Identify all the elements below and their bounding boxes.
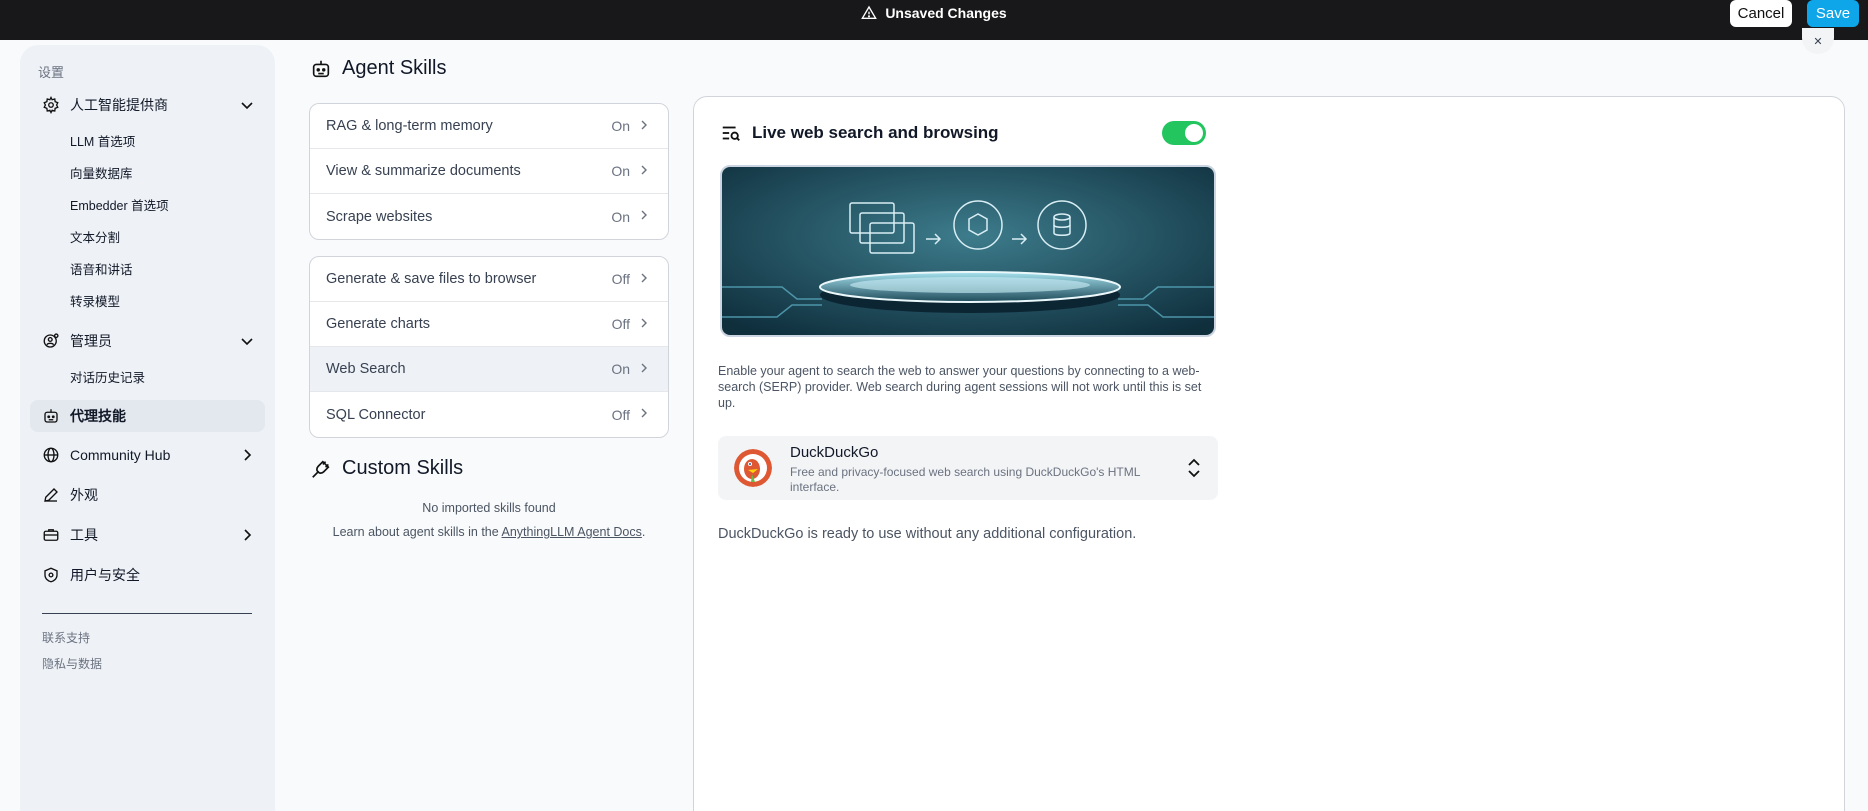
custom-skills-heading: Custom Skills <box>310 457 463 480</box>
chevron-down-icon <box>241 102 253 110</box>
chevron-right-icon <box>641 165 647 175</box>
privacy-data-link[interactable]: 隐私与数据 <box>42 655 102 672</box>
sidebar-item-users-security[interactable]: 用户与安全 <box>30 559 265 591</box>
sidebar-subitem-voice[interactable]: 语音和讲话 <box>70 259 133 278</box>
unsaved-changes-label: Unsaved Changes <box>885 5 1007 21</box>
sidebar-item-label: 外观 <box>70 487 98 503</box>
skill-status: Off <box>611 316 630 332</box>
provider-ready-message: DuckDuckGo is ready to use without any a… <box>718 526 1137 542</box>
learn-more-text: Learn about agent skills in the Anything… <box>309 525 669 539</box>
chevron-up-down-icon <box>1188 458 1200 478</box>
sidebar-item-admin[interactable]: 管理员 <box>30 325 265 357</box>
search-provider-select[interactable]: DuckDuckGo Free and privacy-focused web … <box>718 436 1218 500</box>
contact-support-link[interactable]: 联系支持 <box>42 629 90 646</box>
configurable-skills-list: Generate & save files to browser Off Gen… <box>309 256 669 438</box>
sidebar-subitem-embedder[interactable]: Embedder 首选项 <box>70 195 169 214</box>
skill-status: Off <box>611 271 630 287</box>
skill-status: On <box>611 118 630 134</box>
plug-icon <box>312 459 330 478</box>
skill-row-summarize-docs[interactable]: View & summarize documents On <box>310 149 668 194</box>
skill-description: Enable your agent to search the web to a… <box>718 364 1202 410</box>
chevron-right-icon <box>641 363 647 373</box>
skill-row-scrape-websites[interactable]: Scrape websites On <box>310 194 668 239</box>
skill-status: On <box>611 361 630 377</box>
close-icon[interactable]: ✕ <box>1802 28 1834 54</box>
skill-row-save-files[interactable]: Generate & save files to browser Off <box>310 257 668 302</box>
skill-config-panel: Live web search and browsing Enable your… <box>693 96 1845 811</box>
skill-label: RAG & long-term memory <box>326 118 493 134</box>
unsaved-changes-notice: Unsaved Changes <box>0 0 1868 26</box>
panel-title-text: Live web search and browsing <box>752 123 999 142</box>
sidebar-item-appearance[interactable]: 外观 <box>30 479 265 511</box>
panel-title: Live web search and browsing <box>720 122 999 144</box>
chevron-right-icon <box>641 318 647 328</box>
globe-icon <box>42 446 60 464</box>
skill-label: Generate & save files to browser <box>326 271 537 287</box>
skill-row-generate-charts[interactable]: Generate charts Off <box>310 302 668 347</box>
pencil-icon <box>42 486 60 504</box>
chevron-right-icon <box>641 210 647 220</box>
skill-label: View & summarize documents <box>326 163 521 179</box>
no-skills-message: No imported skills found <box>422 501 556 515</box>
skill-row-sql-connector[interactable]: SQL Connector Off <box>310 392 668 437</box>
provider-description: Free and privacy-focused web search usin… <box>790 465 1140 494</box>
chevron-right-icon <box>641 408 647 418</box>
agent-skills-heading: Agent Skills <box>310 57 447 80</box>
web-search-illustration <box>720 165 1216 337</box>
cancel-button[interactable]: Cancel <box>1730 0 1792 27</box>
skill-status: Off <box>611 406 630 423</box>
duckduckgo-logo-icon <box>734 449 772 487</box>
sidebar-subitem-llm[interactable]: LLM 首选项 <box>70 131 135 150</box>
skill-label: Web Search <box>326 361 406 377</box>
sidebar-item-label: 人工智能提供商 <box>70 97 168 113</box>
sidebar-item-label: 用户与安全 <box>70 567 140 583</box>
skill-label: Scrape websites <box>326 208 433 225</box>
chevron-right-icon <box>244 529 252 541</box>
provider-name: DuckDuckGo <box>790 444 879 461</box>
chevron-right-icon <box>244 449 252 461</box>
sidebar-item-label: 管理员 <box>70 333 112 349</box>
sidebar-item-community-hub[interactable]: Community Hub <box>30 439 265 471</box>
skill-row-rag-memory[interactable]: RAG & long-term memory On <box>310 104 668 149</box>
robot-icon <box>312 60 330 77</box>
sidebar-item-ai-providers[interactable]: 人工智能提供商 <box>30 89 265 121</box>
sidebar-title: 设置 <box>38 65 65 80</box>
learn-prefix: Learn about agent skills in the <box>332 525 502 539</box>
chevron-right-icon <box>641 120 647 130</box>
sidebar-item-tools[interactable]: 工具 <box>30 519 265 551</box>
agent-docs-link[interactable]: AnythingLLM Agent Docs <box>502 525 642 539</box>
skill-label: Generate charts <box>326 316 430 332</box>
warning-icon <box>861 5 878 19</box>
custom-skills-title: Custom Skills <box>342 457 464 479</box>
chevron-down-icon <box>241 338 253 346</box>
sidebar-subitem-vector-db[interactable]: 向量数据库 <box>70 163 133 182</box>
shield-icon <box>42 566 60 584</box>
sidebar-divider <box>42 613 252 614</box>
skill-row-web-search[interactable]: Web Search On <box>310 347 668 392</box>
sidebar-item-agent-skills[interactable]: 代理技能 <box>30 400 265 432</box>
skill-label: SQL Connector <box>326 406 426 423</box>
agent-skills-title: Agent Skills <box>342 57 447 79</box>
sidebar-item-label: 工具 <box>70 527 98 543</box>
sidebar-item-label: Community Hub <box>70 447 171 463</box>
web-search-toggle[interactable] <box>1162 121 1206 145</box>
toggle-knob <box>1185 124 1203 142</box>
chevron-right-icon <box>641 273 647 283</box>
sidebar-subitem-text-splitting[interactable]: 文本分割 <box>70 227 120 246</box>
settings-sidebar: 设置 人工智能提供商 LLM 首选项 向量数据库 Embedder 首选项 文本… <box>20 45 275 811</box>
sidebar-subitem-transcription[interactable]: 转录模型 <box>70 291 120 310</box>
unsaved-changes-bar: Unsaved Changes Cancel Save <box>0 0 1868 40</box>
toolbox-icon <box>42 526 60 544</box>
search-list-icon <box>722 126 740 141</box>
sidebar-item-label: 代理技能 <box>70 408 126 424</box>
sidebar-subitem-chat-history[interactable]: 对话历史记录 <box>70 367 145 386</box>
default-skills-list: RAG & long-term memory On View & summari… <box>309 103 669 240</box>
user-gear-icon <box>42 332 60 350</box>
skill-status: On <box>611 208 630 225</box>
robot-icon <box>42 407 60 425</box>
save-button[interactable]: Save <box>1807 0 1859 27</box>
skill-status: On <box>611 163 630 179</box>
learn-suffix: . <box>641 525 646 539</box>
gear-icon <box>42 96 60 114</box>
